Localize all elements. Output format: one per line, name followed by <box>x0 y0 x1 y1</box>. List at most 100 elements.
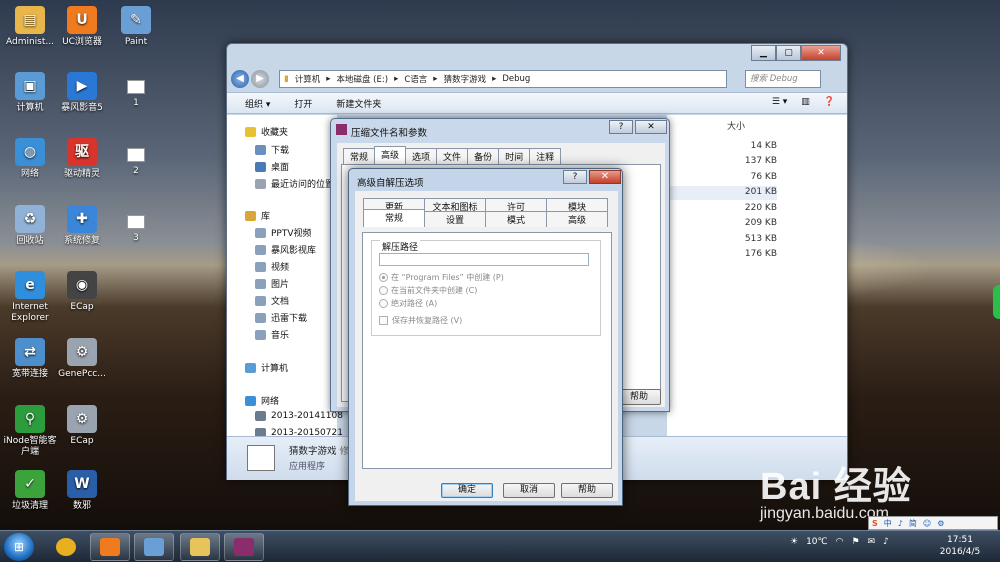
forward-icon[interactable]: ▶ <box>251 70 269 88</box>
taskbar-uc-browser[interactable] <box>90 533 130 561</box>
nav-library[interactable]: 库 <box>245 209 270 222</box>
nav-pptv[interactable]: PPTV视频 <box>255 226 312 239</box>
clock[interactable]: 17:51 2016/4/5 <box>934 534 986 558</box>
flag-icon[interactable]: ⚑ <box>852 537 860 547</box>
help-button[interactable]: 帮助 <box>617 389 661 405</box>
view-options-icon[interactable]: ☰ ▾ <box>772 97 787 107</box>
desktop-icon-recycle-bin[interactable]: ♻ 回收站 <box>0 205 60 247</box>
option-save-restore-path[interactable]: 保存并恢复路径 (V) <box>379 315 462 326</box>
volume-icon[interactable]: ♪ <box>883 537 889 547</box>
context-help-button[interactable]: ? <box>563 170 587 184</box>
taskbar-paint[interactable] <box>134 533 174 561</box>
desktop-icon-network[interactable]: ◍ 网络 <box>0 138 60 180</box>
tab-backup[interactable]: 备份 <box>467 148 500 164</box>
nav-computer[interactable]: 计算机 <box>245 361 288 374</box>
weather-temp[interactable]: 10℃ <box>806 537 828 547</box>
help-button[interactable]: 帮助 <box>561 483 613 498</box>
cancel-button[interactable]: 取消 <box>503 483 555 498</box>
radio-button[interactable] <box>379 299 388 308</box>
ime-toolbar[interactable]: S 中 ♪ 简 ☺ ⚙ <box>868 516 998 530</box>
address-bar[interactable]: ▮ 计算机 ▸ 本地磁盘 (E:) ▸ C语言 ▸ 猜数字游戏 ▸ Debug <box>279 70 727 88</box>
tab-modes[interactable]: 模式 <box>485 211 547 227</box>
organize-button[interactable]: 组织 ▾ <box>245 97 270 110</box>
minimize-button[interactable]: ▁ <box>751 45 776 61</box>
desktop-icon-broadband[interactable]: ⇄ 宽带连接 <box>0 338 60 380</box>
tab-advanced[interactable]: 高级 <box>374 146 407 164</box>
nav-recent-places[interactable]: 最近访问的位置 <box>255 177 334 190</box>
maximize-button[interactable]: ▢ <box>776 45 801 61</box>
breadcrumb-computer[interactable]: 计算机 <box>295 73 321 85</box>
close-button[interactable]: ✕ <box>801 45 841 61</box>
ime-settings[interactable]: ⚙ <box>937 519 944 528</box>
radio-button[interactable] <box>379 286 388 295</box>
nav-videos[interactable]: 视频 <box>255 260 289 273</box>
desktop-icon-cleanup[interactable]: ✓ 垃圾清理 <box>0 470 60 512</box>
nav-pictures[interactable]: 图片 <box>255 277 289 290</box>
ime-simplified[interactable]: 简 <box>909 518 917 529</box>
nav-network[interactable]: 网络 <box>245 394 279 407</box>
close-button[interactable]: ✕ <box>589 170 621 184</box>
mail-icon[interactable]: ✉ <box>868 537 876 547</box>
breadcrumb-c-lang[interactable]: C语言 <box>404 73 427 85</box>
back-icon[interactable]: ◀ <box>231 70 249 88</box>
desktop-icon-2[interactable]: 2 <box>106 148 166 177</box>
ime-mode[interactable]: 中 <box>884 518 892 529</box>
open-button[interactable]: 打开 <box>294 97 312 110</box>
nav-documents[interactable]: 文档 <box>255 294 289 307</box>
tab-general[interactable]: 常规 <box>363 209 425 227</box>
desktop-icon-internet-explorer[interactable]: e Internet Explorer <box>0 271 60 324</box>
tab-general[interactable]: 常规 <box>343 148 376 164</box>
tab-comment[interactable]: 注释 <box>529 148 562 164</box>
desktop-icon-system-repair[interactable]: ✚ 系统修复 <box>52 205 112 247</box>
option-current-folder[interactable]: 在当前文件夹中创建 (C) <box>379 285 477 296</box>
new-folder-button[interactable]: 新建文件夹 <box>336 97 381 110</box>
search-input[interactable]: 搜索 Debug <box>745 70 821 88</box>
context-help-button[interactable]: ? <box>609 120 633 134</box>
desktop-icon-administrator[interactable]: ▤ Administ... <box>0 6 60 48</box>
desktop-icon-ecap-2[interactable]: ⚙ ECap <box>52 405 112 447</box>
breadcrumb-debug[interactable]: Debug <box>502 74 530 84</box>
taskbar-winrar[interactable] <box>224 533 264 561</box>
ok-button[interactable]: 确定 <box>441 483 493 498</box>
desktop-icon-ecap[interactable]: ◉ ECap <box>52 271 112 313</box>
nav-downloads[interactable]: 下载 <box>255 143 289 156</box>
taskbar-qq[interactable] <box>46 533 86 561</box>
close-button[interactable]: ✕ <box>635 120 667 134</box>
nav-thunder-downloads[interactable]: 迅雷下载 <box>255 311 307 324</box>
desktop-icon-1[interactable]: 1 <box>106 80 166 109</box>
wifi-icon[interactable]: ◠ <box>836 537 844 547</box>
nav-desktop[interactable]: 桌面 <box>255 160 289 173</box>
extract-path-input[interactable] <box>379 253 589 266</box>
ime-emoji[interactable]: ☺ <box>923 519 931 528</box>
option-absolute-path[interactable]: 绝对路径 (A) <box>379 298 437 309</box>
ime-punct[interactable]: ♪ <box>898 519 903 528</box>
tab-advanced[interactable]: 高级 <box>546 211 608 227</box>
tab-time[interactable]: 时间 <box>498 148 531 164</box>
desktop-icon-word-doc[interactable]: W 数邪 <box>52 470 112 512</box>
option-program-files[interactable]: 在 “Program Files” 中创建 (P) <box>379 272 504 283</box>
size-column-header[interactable]: 大小 <box>727 119 745 132</box>
tab-options[interactable]: 选项 <box>405 148 438 164</box>
desktop-icon-genepcc[interactable]: ⚙ GenePcc... <box>52 338 112 380</box>
desktop-icon-3[interactable]: 3 <box>106 215 166 244</box>
radio-button[interactable] <box>379 273 388 282</box>
help-icon[interactable]: ❓ <box>824 97 835 107</box>
tab-setup[interactable]: 设置 <box>424 211 486 227</box>
desktop-icon-baofeng[interactable]: ▶ 暴风影音5 <box>52 72 112 114</box>
desktop-icon-computer[interactable]: ▣ 计算机 <box>0 72 60 114</box>
checkbox[interactable] <box>379 316 388 325</box>
preview-pane-icon[interactable]: ▥ <box>801 97 810 107</box>
breadcrumb-game[interactable]: 猜数字游戏 <box>444 73 487 85</box>
desktop-icon-paint[interactable]: ✎ Paint <box>106 6 166 48</box>
nav-baofeng-library[interactable]: 暴风影视库 <box>255 243 316 256</box>
desktop-icon-uc-browser[interactable]: U UC浏览器 <box>52 6 112 48</box>
nav-music[interactable]: 音乐 <box>255 328 289 341</box>
desktop-icon-inode[interactable]: ⚲ iNode智能客户端 <box>0 405 60 458</box>
taskbar-explorer[interactable] <box>180 533 220 561</box>
desktop-icon-driver-genius[interactable]: 驱 驱动精灵 <box>52 138 112 180</box>
side-widget-tab[interactable] <box>993 285 1000 319</box>
start-button[interactable]: ⊞ <box>4 533 34 561</box>
nav-favorites[interactable]: 收藏夹 <box>245 125 288 138</box>
tab-files[interactable]: 文件 <box>436 148 469 164</box>
breadcrumb-drive[interactable]: 本地磁盘 (E:) <box>336 73 388 85</box>
